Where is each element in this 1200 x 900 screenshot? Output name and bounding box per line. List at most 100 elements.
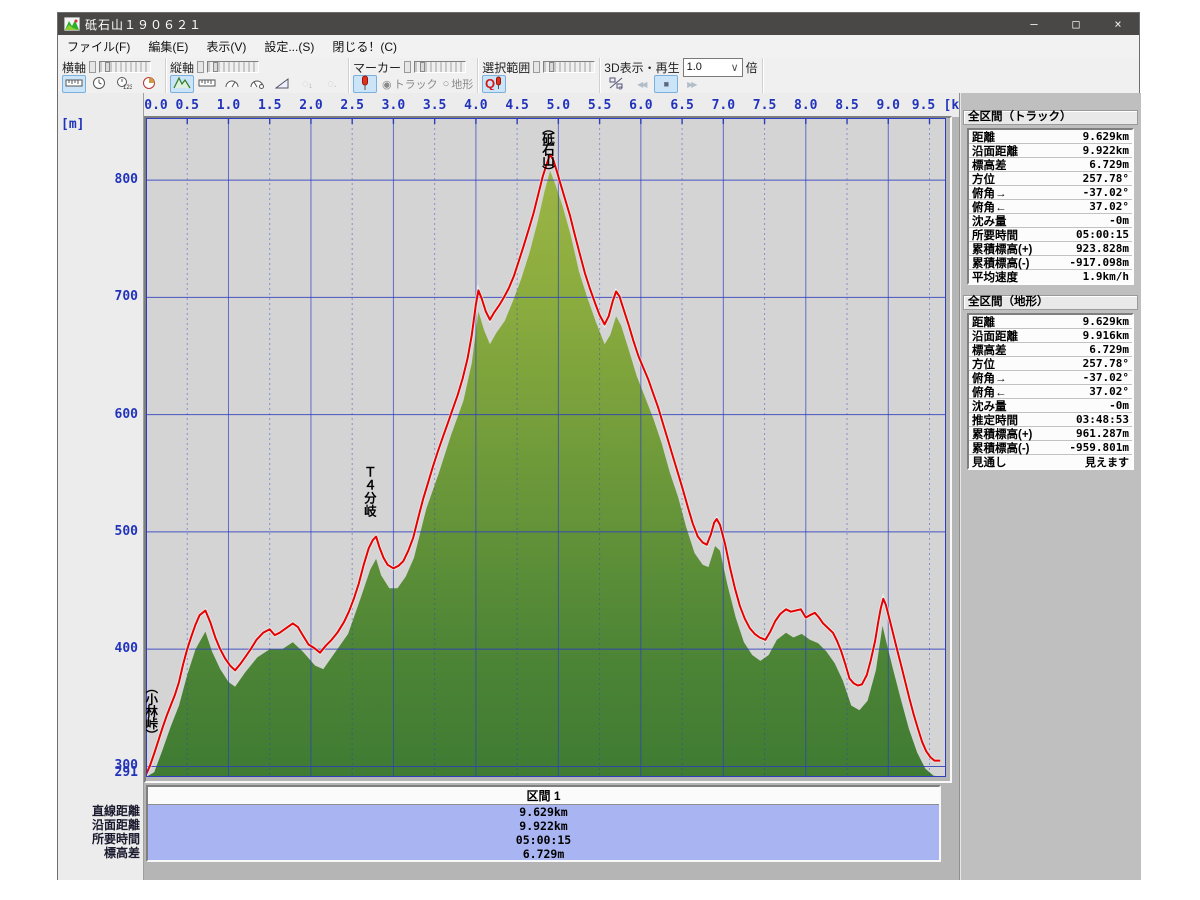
toolbar-button-clock-123[interactable]: 123	[112, 75, 136, 93]
slider-handle[interactable]	[105, 62, 110, 72]
annotation-1: Ｔ４分岐	[364, 465, 377, 518]
chevron-down-icon: ∨	[731, 61, 739, 74]
menu-item-2[interactable]: 表示(V)	[197, 35, 255, 58]
slider-handle[interactable]	[549, 62, 554, 72]
section-summary-box: 区間 1 9.629km9.922km05:00:156.729m	[146, 785, 941, 862]
y-tick-label-800: 800	[96, 172, 138, 187]
section-row-label-0: 直線距離	[58, 804, 140, 818]
playback-speed-select[interactable]: 1.0∨	[683, 58, 743, 77]
marker-target-radio-1[interactable]: ○地形	[443, 76, 474, 92]
stats-row-value: -917.098m	[1048, 256, 1132, 269]
radio-label: 地形	[451, 76, 473, 92]
app-window: 砥石山１９０６２１ – □ × ファイル(F)編集(E)表示(V)設定...(S…	[57, 12, 1140, 880]
speed-unit-label: 倍	[746, 59, 758, 76]
section-row-label-2: 所要時間	[58, 832, 140, 846]
minimize-button[interactable]: –	[1013, 13, 1055, 35]
stats-row-value: 6.729m	[1048, 343, 1132, 356]
scale-slider[interactable]	[414, 61, 466, 73]
x-tick-label-3.5: 3.5	[422, 98, 448, 113]
maximize-button[interactable]: □	[1055, 13, 1097, 35]
section-value-row-2: 05:00:15	[148, 833, 939, 847]
close-button[interactable]: ×	[1097, 13, 1139, 35]
section-row-label-1: 沿面距離	[58, 818, 140, 832]
toolbar-group-label: 3D表示・再生	[604, 59, 679, 76]
section-header: 区間 1	[148, 787, 939, 805]
gauge-clock-icon	[249, 77, 265, 92]
stats-row-value: 6.729m	[1048, 158, 1132, 171]
marker-double-icon: Q	[485, 76, 503, 93]
stats-row-value: -0m	[1048, 214, 1132, 227]
x-tick-label-8.0: 8.0	[793, 98, 819, 113]
stats-row-value: 9.922km	[1048, 144, 1132, 157]
annotation-0: ︵小林峠︶	[146, 681, 159, 743]
x-tick-label-0.0: 0.0	[143, 98, 169, 113]
stats-row-value: -37.02°	[1048, 371, 1132, 384]
stats-row: 見通し見えます	[969, 455, 1132, 468]
slope-icon	[275, 77, 289, 92]
toolbar-button-ruler[interactable]	[62, 75, 86, 93]
stats-row: 平均速度1.9km/h	[969, 270, 1132, 283]
stats-row-value: 05:00:15	[1048, 228, 1132, 241]
toolbar-button-marker-pin[interactable]	[353, 75, 377, 93]
slider-handle[interactable]	[420, 62, 425, 72]
scale-slider[interactable]	[207, 61, 259, 73]
x-tick-label-1.5: 1.5	[257, 98, 283, 113]
clock-icon	[92, 76, 106, 93]
toolbar-button-ruler[interactable]	[195, 75, 219, 93]
stats-row-value: -37.02°	[1048, 186, 1132, 199]
y-tick-label-400: 400	[96, 641, 138, 656]
x-tick-label-3.0: 3.0	[380, 98, 406, 113]
toolbar-button-clock[interactable]	[87, 75, 111, 93]
elevation-profile-chart[interactable]: ︵小林峠︶Ｔ４分岐︵砥石山︶	[146, 118, 946, 777]
stats-row-value: -959.801m	[1048, 441, 1132, 454]
toolbar-button-mountain[interactable]	[170, 75, 194, 93]
view-3d-icon: 0	[608, 76, 624, 93]
gauge-icon	[224, 77, 240, 92]
toolbar-button-marker-double[interactable]: Q	[482, 75, 506, 93]
chart-pane: [m] ︵小林峠︶Ｔ４分岐︵砥石山︶ 区間 1 9.629km9.922km05…	[58, 93, 959, 880]
axis-scale-knob[interactable]	[533, 61, 540, 73]
x-tick-label-0.5: 0.5	[174, 98, 200, 113]
stats-table-0: 距離9.629km沿面距離9.922km標高差6.729m方位257.78°俯角…	[967, 128, 1134, 285]
rewind-icon: ◀◀	[637, 78, 645, 90]
stats-panel-header-1: 全区間（地形）	[963, 295, 1138, 310]
title-bar[interactable]: 砥石山１９０６２１ – □ ×	[58, 13, 1139, 35]
stats-table-1: 距離9.629km沿面距離9.916km標高差6.729m方位257.78°俯角…	[967, 313, 1134, 470]
section-rows: 9.629km9.922km05:00:156.729m	[148, 805, 939, 861]
toolbar-button-stop[interactable]: ■	[654, 75, 678, 93]
scale-slider[interactable]	[543, 61, 595, 73]
toolbar-button-gauge-clock[interactable]	[245, 75, 269, 93]
menu-item-0[interactable]: ファイル(F)	[58, 35, 139, 58]
marker-target-radio-0[interactable]: ◉トラック	[382, 76, 438, 92]
stats-row-value: 1.9km/h	[1048, 270, 1132, 283]
stats-panel: 全区間（トラック）距離9.629km沿面距離9.922km標高差6.729m方位…	[959, 93, 1141, 880]
section-value-row-1: 9.922km	[148, 819, 939, 833]
x-tick-label-9.0: 9.0	[875, 98, 901, 113]
radio-label: トラック	[394, 76, 438, 92]
annotation-char: ４	[364, 478, 377, 492]
svg-text:0: 0	[619, 86, 622, 90]
toolbar-button-gauge[interactable]	[220, 75, 244, 93]
toolbar-button-view-3d[interactable]: 0	[604, 75, 628, 93]
toolbar-button-slope[interactable]	[270, 75, 294, 93]
toolbar-button-timer[interactable]	[137, 75, 161, 93]
window-title: 砥石山１９０６２１	[85, 16, 1013, 33]
axis-scale-knob[interactable]	[404, 61, 411, 73]
annotation-char: 分	[364, 490, 377, 505]
toolbar: 横軸123縦軸◌₁◌.マーカー◉トラック○地形選択範囲Q3D表示・再生1.0∨倍…	[58, 58, 1139, 94]
mountain-icon	[173, 76, 191, 92]
menu-item-3[interactable]: 設定...(S)	[255, 35, 323, 58]
toolbar-group-1: 縦軸◌₁◌.	[166, 58, 349, 93]
stats-row-value: -0m	[1048, 399, 1132, 412]
ghost-1-icon: ◌₁	[302, 78, 312, 90]
menu-item-1[interactable]: 編集(E)	[139, 35, 197, 58]
axis-scale-knob[interactable]	[89, 61, 96, 73]
axis-scale-knob[interactable]	[197, 61, 204, 73]
toolbar-button-play: ▶▶	[679, 75, 703, 93]
menu-item-4[interactable]: 閉じる！(C)	[323, 35, 406, 58]
toolbar-group-label: マーカー	[353, 59, 401, 76]
slider-handle[interactable]	[213, 62, 218, 72]
scale-slider[interactable]	[99, 61, 151, 73]
desktop-canvas: 砥石山１９０６２１ – □ × ファイル(F)編集(E)表示(V)設定...(S…	[0, 0, 1200, 900]
y-tick-label-500: 500	[96, 524, 138, 539]
